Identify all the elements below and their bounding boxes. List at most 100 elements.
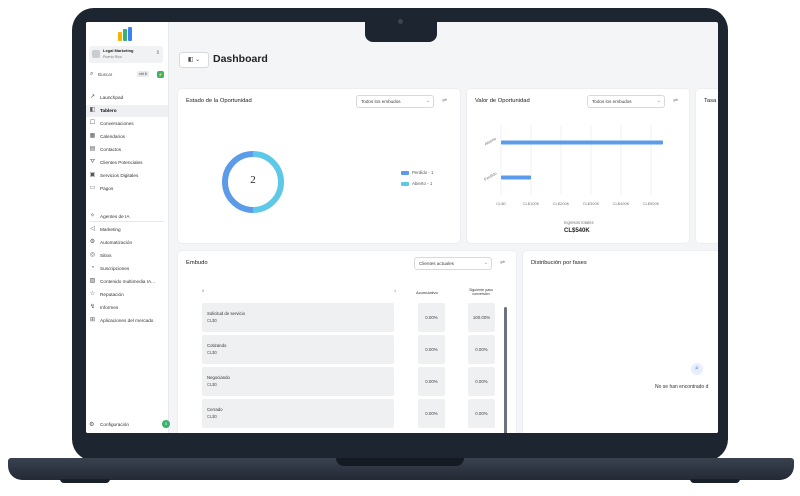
legend-item-perdido: Perdido - 1 bbox=[401, 170, 433, 175]
sidebar-item-tablero[interactable]: ◧ Tablero bbox=[86, 105, 168, 117]
sidebar-item-label: Aplicaciones del mercado bbox=[100, 318, 154, 323]
automation-icon: ⚙ bbox=[89, 239, 96, 245]
legend-label: Perdido - 1 bbox=[412, 170, 434, 175]
sidebar-item-label: Calendarios bbox=[100, 134, 126, 139]
filter-settings-icon[interactable]: ⇌ bbox=[673, 97, 678, 104]
col-header-siguiente: Siguiente paso conversión bbox=[469, 288, 493, 297]
total-value: CL$540K bbox=[564, 228, 590, 234]
sidebar-item-label: Automatización bbox=[100, 240, 133, 245]
megaphone-icon: ◁ bbox=[90, 226, 95, 232]
card-embudo: Embudo Clientes actuales ⌄ ⇌ 0 1 Acumula… bbox=[178, 251, 516, 433]
account-switcher[interactable]: Legal Marketing Puerto Rico ⇕ bbox=[89, 46, 163, 63]
card-title: Tasa bbox=[704, 98, 717, 104]
sidebar-item-aplicaciones[interactable]: ⊞ Aplicaciones del mercado bbox=[86, 315, 168, 327]
funnel-siguiente: 0.00% bbox=[468, 335, 495, 364]
funnel-stage-name: Solicitud de servicio bbox=[207, 311, 245, 316]
card-tasa: Tasa bbox=[696, 89, 718, 243]
bar-perdido[interactable] bbox=[501, 175, 531, 180]
x-tick-label: CL$300K bbox=[583, 201, 600, 206]
bar-abierto[interactable] bbox=[501, 140, 663, 145]
filter-settings-icon[interactable]: ⇌ bbox=[442, 97, 447, 104]
laptop-foot-left bbox=[60, 479, 110, 483]
card-valor-oportunidad: Valor de Oportunidad Todos los embudos ⌄… bbox=[467, 89, 689, 243]
sidebar-item-clientes-potenciales[interactable]: ⛛ Clientes Potenciales bbox=[86, 157, 168, 169]
x-tick-label: CL$100K bbox=[523, 201, 540, 206]
calendar-icon: ▦ bbox=[89, 133, 96, 139]
sidebar-item-label: Configuración bbox=[100, 422, 129, 427]
funnel-acumulativo: 0.00% bbox=[418, 399, 445, 428]
card-estado-oportunidad: Estado de la Oportunidad Todos los embud… bbox=[178, 89, 460, 243]
account-location: Puerto Rico bbox=[103, 55, 122, 59]
legend-item-abierto: Abierto - 1 bbox=[401, 181, 432, 186]
scrollbar[interactable] bbox=[504, 307, 507, 433]
filter-icon: ⛛ bbox=[89, 159, 96, 165]
card-distribucion: Distribución por fases ⌕ No se han encon… bbox=[523, 251, 718, 433]
funnel-select[interactable]: Clientes actuales ⌄ bbox=[414, 257, 492, 270]
sidebar-item-label: Sitios bbox=[100, 253, 112, 258]
y-tick-label: Abierto bbox=[484, 135, 498, 146]
pipeline-select[interactable]: Todos los embudos ⌄ bbox=[587, 95, 665, 108]
funnel-stage-name: Cotizando bbox=[207, 343, 227, 348]
contacts-icon: ▤ bbox=[89, 146, 96, 152]
sidebar-item-calendarios[interactable]: ▦ Calendarios bbox=[86, 131, 168, 143]
reports-icon: ↯ bbox=[89, 304, 96, 310]
media-icon: ▨ bbox=[89, 278, 96, 284]
funnel-acumulativo: 0.00% bbox=[418, 335, 445, 364]
x-axis-title: Ingresos totales bbox=[564, 220, 594, 225]
col-header-acumulativo: Acumulativo bbox=[416, 290, 438, 295]
funnel-axis-end: 1 bbox=[394, 289, 397, 293]
sidebar-item-reputacion[interactable]: ☆ Reputación bbox=[86, 289, 168, 301]
x-tick-label: CL$400K bbox=[613, 201, 630, 206]
sidebar-item-launchpad[interactable]: ↗ Launchpad bbox=[86, 92, 168, 104]
dashboard-icon: ◧ bbox=[89, 107, 96, 113]
funnel-stage-value: CL$0 bbox=[207, 414, 217, 419]
funnel-select-value: Clientes actuales bbox=[419, 261, 454, 266]
sidebar-item-label: Servicios Digitales bbox=[100, 173, 139, 178]
funnel-siguiente: 0.00% bbox=[468, 399, 495, 428]
notification-badge[interactable]: 0 bbox=[162, 420, 170, 428]
funnel-stage-value: CL$0 bbox=[207, 350, 217, 355]
x-tick-label: CL$500K bbox=[643, 201, 660, 206]
empty-search-icon: ⌕ bbox=[691, 363, 703, 375]
legend-label: Abierto - 1 bbox=[412, 181, 433, 186]
donut-center-value: 2 bbox=[250, 174, 256, 186]
subscriptions-icon: ◔ bbox=[90, 265, 95, 271]
app-logo-icon bbox=[118, 27, 134, 41]
sidebar-item-sitios[interactable]: ◎ Sitios bbox=[86, 250, 168, 262]
sidebar-item-agentes-ia[interactable]: ✧ Agentes de IA bbox=[86, 211, 168, 223]
payments-icon: ▭ bbox=[89, 185, 96, 191]
chat-icon: ☐ bbox=[89, 120, 96, 126]
funnel-stage-name: Cerrado bbox=[207, 407, 223, 412]
sidebar-item-pagos[interactable]: ▭ Pagos bbox=[86, 183, 168, 195]
sidebar-item-marketing[interactable]: ◁ Marketing bbox=[86, 224, 168, 236]
pipeline-select[interactable]: Todos los embudos ⌄ bbox=[356, 95, 434, 108]
ai-agent-icon: ✧ bbox=[89, 213, 96, 219]
search-label: Buscar bbox=[98, 72, 113, 77]
sidebar-item-conversaciones[interactable]: ☐ Conversaciones bbox=[86, 118, 168, 130]
laptop-base-notch bbox=[336, 458, 464, 466]
lightning-icon[interactable]: ⚡ bbox=[157, 71, 164, 78]
sidebar-item-automatizacion[interactable]: ⚙ Automatización bbox=[86, 237, 168, 249]
funnel-row: Cerrado CL$0 bbox=[202, 399, 394, 428]
chevron-down-icon: ⌄ bbox=[656, 98, 661, 104]
sidebar-item-informes[interactable]: ↯ Informes bbox=[86, 302, 168, 314]
funnel-stage-value: CL$0 bbox=[207, 382, 217, 387]
filter-settings-icon[interactable]: ⇌ bbox=[500, 259, 505, 266]
sidebar-item-label: Pagos bbox=[100, 186, 114, 191]
sidebar-toggle-button[interactable]: ◧ ⌄ bbox=[179, 52, 209, 68]
funnel-acumulativo: 0.00% bbox=[418, 367, 445, 396]
sidebar-search[interactable]: ⌕ Buscar ctrl K ⚡ bbox=[89, 70, 164, 80]
sidebar-item-servicios-digitales[interactable]: ▣ Servicios Digitales bbox=[86, 170, 168, 182]
y-tick-label: Perdido bbox=[483, 170, 498, 182]
sidebar-item-suscripciones[interactable]: ◔ Suscripciones bbox=[86, 263, 168, 275]
legend-swatch bbox=[401, 170, 409, 175]
sidebar-item-contactos[interactable]: ▤ Contactos bbox=[86, 144, 168, 156]
sidebar-item-label: Informes bbox=[100, 305, 119, 310]
sidebar-item-label: Tablero bbox=[100, 108, 117, 113]
x-tick-label: CL$200K bbox=[553, 201, 570, 206]
pipeline-select-value: Todos los embudos bbox=[592, 99, 632, 104]
sidebar-item-contenido-multimedia[interactable]: ▨ Contenido multimedia IA... bbox=[86, 276, 168, 288]
account-name: Legal Marketing bbox=[103, 48, 134, 53]
sidebar-item-configuracion[interactable]: ⚙ Configuración 0 bbox=[86, 419, 170, 431]
sidebar-item-label: Launchpad bbox=[100, 95, 124, 100]
